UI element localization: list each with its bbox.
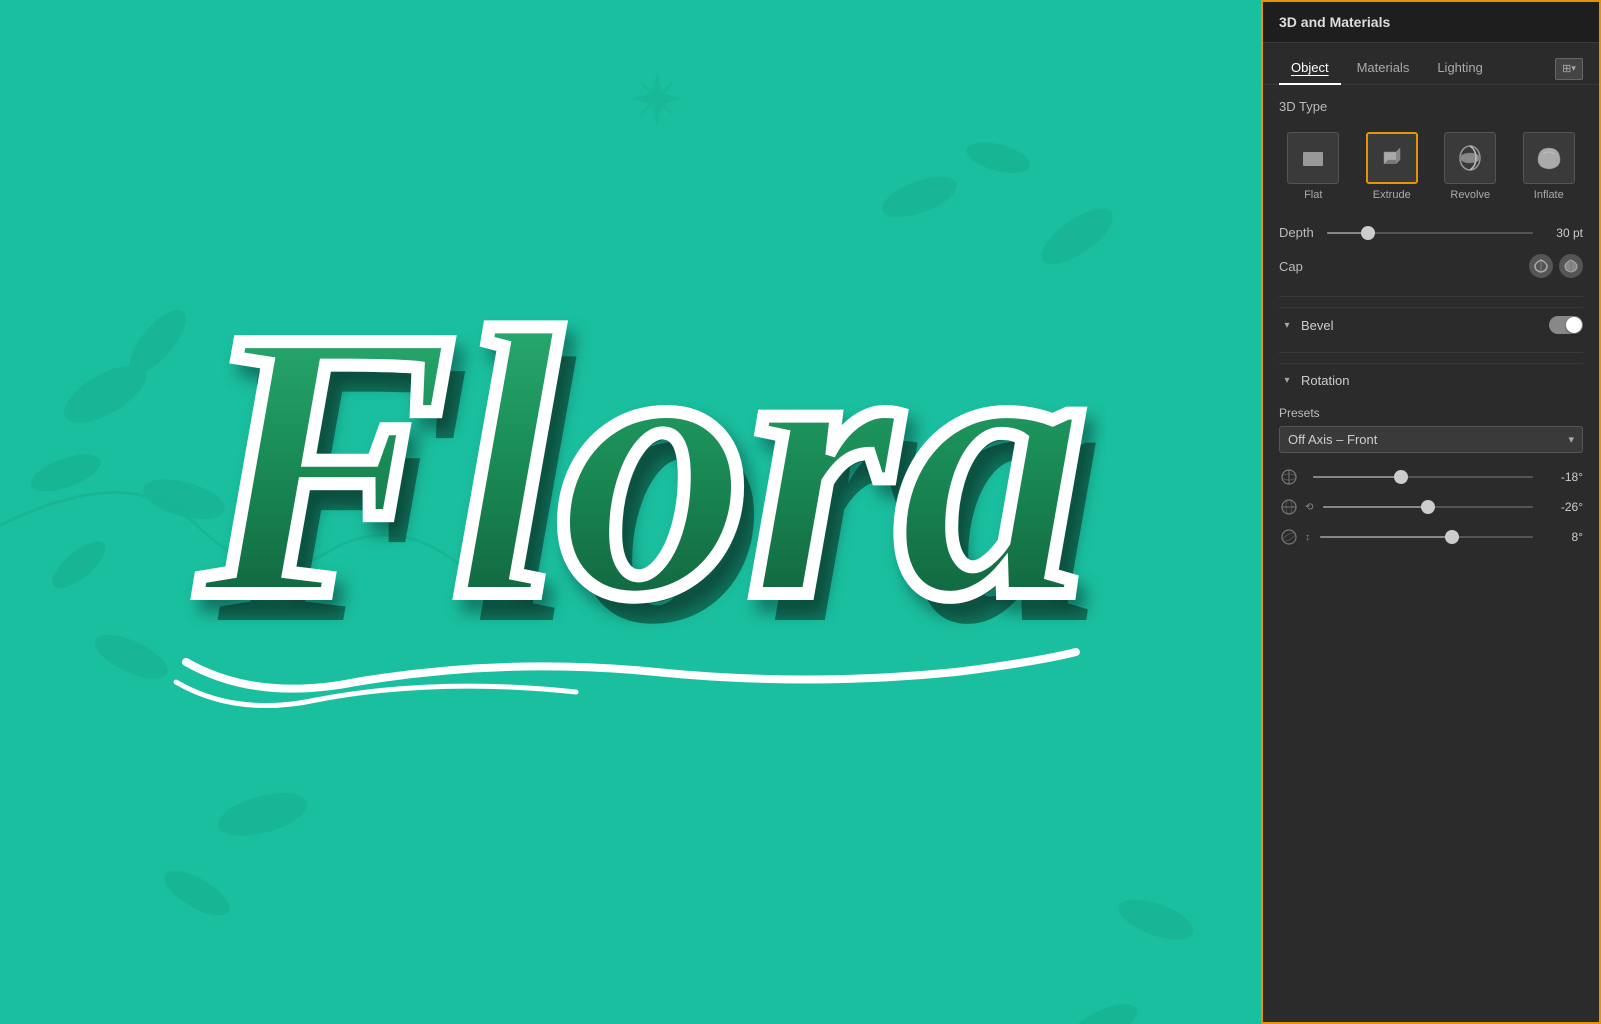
rotation-y-extra-icon: ⟲: [1305, 502, 1313, 513]
revolve-label: Revolve: [1450, 189, 1490, 201]
inflate-icon: [1523, 132, 1575, 184]
bevel-title: Bevel: [1301, 318, 1549, 333]
depth-row: Depth 30 pt: [1279, 225, 1583, 240]
panel-3d-materials: 3D and Materials Object Materials Lighti…: [1261, 0, 1601, 1024]
revolve-icon: [1444, 132, 1496, 184]
cap-icons: [1529, 254, 1583, 278]
bevel-toggle[interactable]: [1549, 316, 1583, 334]
rotation-x-row: -18°: [1279, 467, 1583, 487]
type-btn-inflate[interactable]: Inflate: [1515, 126, 1584, 207]
presets-dropdown[interactable]: Off Axis – Front ▾: [1279, 426, 1583, 453]
rotation-z-row: ↕ 8°: [1279, 527, 1583, 547]
rotation-chevron: ▾: [1279, 372, 1295, 388]
panel-options-icon[interactable]: ⊞ ▾: [1555, 58, 1583, 80]
rotation-z-value[interactable]: 8°: [1541, 530, 1583, 544]
type-btn-flat[interactable]: Flat: [1279, 126, 1348, 207]
flat-icon: [1287, 132, 1339, 184]
type-btn-extrude[interactable]: Extrude: [1358, 126, 1427, 207]
bevel-toggle-knob: [1566, 317, 1582, 333]
canvas-main-artwork: Flora Flora Flora Flora Flora: [0, 0, 1261, 1024]
cap-row: Cap: [1279, 254, 1583, 278]
depth-value[interactable]: 30 pt: [1541, 226, 1583, 240]
preset-dropdown-arrow: ▾: [1568, 433, 1574, 446]
cap-icon-2[interactable]: [1559, 254, 1583, 278]
presets-label: Presets: [1279, 406, 1583, 420]
cap-icon-1[interactable]: [1529, 254, 1553, 278]
svg-text:Flora: Flora: [194, 254, 1087, 675]
rotation-x-icon: [1279, 467, 1299, 487]
rotation-z-slider[interactable]: [1320, 536, 1533, 538]
depth-slider[interactable]: [1327, 232, 1533, 234]
rotation-x-slider[interactable]: [1313, 476, 1533, 478]
extrude-icon: [1366, 132, 1418, 184]
tab-materials[interactable]: Materials: [1345, 54, 1422, 85]
inflate-label: Inflate: [1534, 189, 1564, 201]
rotation-x-value[interactable]: -18°: [1541, 470, 1583, 484]
3d-type-grid: Flat Extrude: [1279, 126, 1583, 207]
panel-tabs: Object Materials Lighting ⊞ ▾: [1263, 43, 1599, 85]
rotation-section-header[interactable]: ▾ Rotation: [1279, 363, 1583, 396]
bevel-chevron: ▾: [1279, 317, 1295, 333]
extrude-label: Extrude: [1373, 189, 1411, 201]
bevel-section-header[interactable]: ▾ Bevel: [1279, 307, 1583, 342]
cap-label: Cap: [1279, 259, 1529, 274]
panel-body: 3D Type Flat: [1263, 85, 1599, 1022]
flat-label: Flat: [1304, 189, 1322, 201]
rotation-title: Rotation: [1301, 373, 1583, 388]
rotation-y-row: ⟲ -26°: [1279, 497, 1583, 517]
tab-object[interactable]: Object: [1279, 54, 1341, 85]
rotation-z-icon: [1279, 527, 1299, 547]
divider-2: [1279, 352, 1583, 353]
rotation-z-extra-icon: ↕: [1305, 532, 1310, 543]
3d-type-label: 3D Type: [1279, 99, 1583, 114]
tab-lighting[interactable]: Lighting: [1425, 54, 1495, 85]
divider-1: [1279, 296, 1583, 297]
rotation-y-icon: [1279, 497, 1299, 517]
type-btn-revolve[interactable]: Revolve: [1436, 126, 1505, 207]
panel-title: 3D and Materials: [1279, 14, 1390, 30]
rotation-y-slider[interactable]: [1323, 506, 1533, 508]
canvas-area: Flora Flora Flora Flora Flora: [0, 0, 1261, 1024]
rotation-y-value[interactable]: -26°: [1541, 500, 1583, 514]
preset-value: Off Axis – Front: [1288, 432, 1377, 447]
panel-header: 3D and Materials: [1263, 2, 1599, 43]
depth-label: Depth: [1279, 225, 1319, 240]
